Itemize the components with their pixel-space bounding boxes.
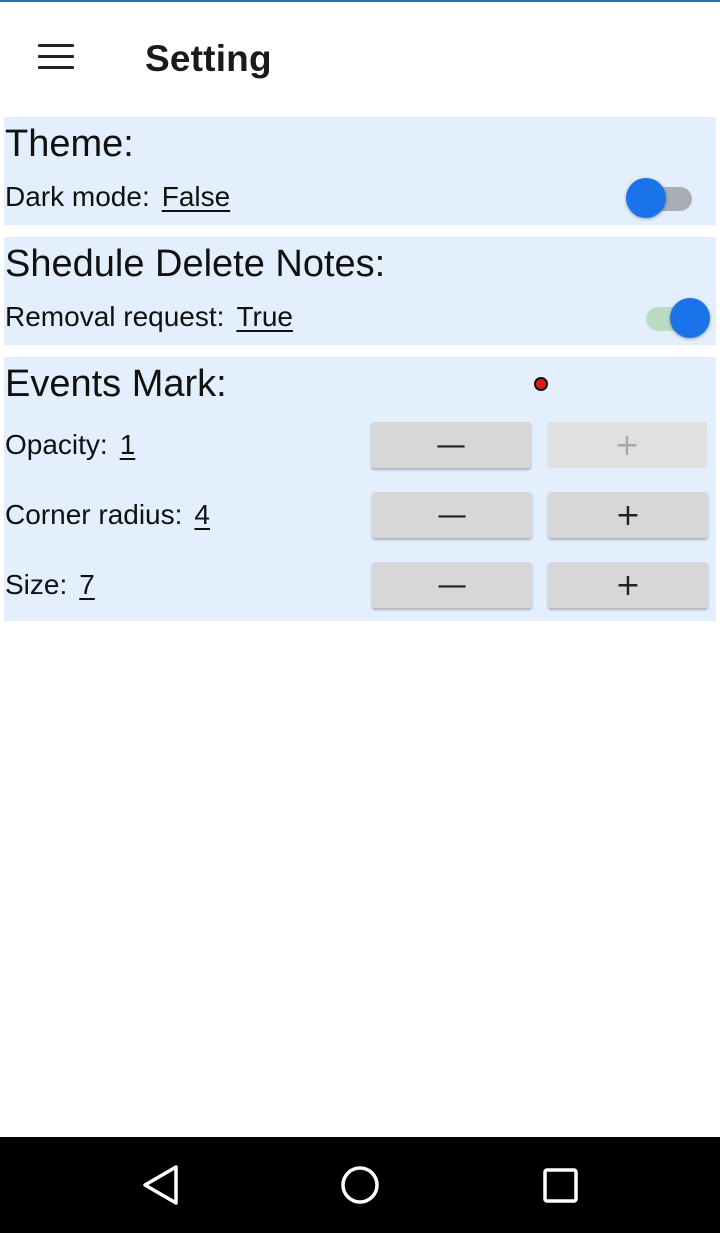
removal-request-switch[interactable]: [640, 296, 710, 340]
switch-thumb: [670, 298, 710, 338]
menu-line: [38, 55, 74, 58]
event-mark-preview: [534, 377, 548, 391]
page-title: Setting: [145, 38, 272, 79]
dark-mode-switch[interactable]: [626, 176, 696, 220]
opacity-row: Opacity: 1: [5, 429, 135, 461]
opacity-value: 1: [119, 429, 136, 460]
home-circle-icon[interactable]: [336, 1161, 384, 1209]
opacity-decrease-button[interactable]: —: [371, 422, 531, 468]
events-mark-heading: Events Mark:: [5, 363, 227, 405]
back-triangle-icon[interactable]: [136, 1161, 184, 1209]
corner-radius-label: Corner radius:: [5, 499, 183, 530]
opacity-increase-button[interactable]: +: [547, 422, 707, 468]
size-decrease-button[interactable]: —: [372, 562, 532, 608]
theme-heading: Theme:: [5, 123, 134, 165]
events-mark-section: Events Mark: Opacity: 1 — + Corner radius…: [4, 357, 716, 621]
removal-request-value: True: [236, 301, 293, 332]
recent-apps-square-icon[interactable]: [536, 1161, 584, 1209]
dark-mode-row: Dark mode: False: [5, 181, 230, 213]
size-increase-button[interactable]: +: [548, 562, 708, 608]
corner-radius-decrease-button[interactable]: —: [372, 492, 532, 538]
schedule-delete-heading: Shedule Delete Notes:: [5, 243, 386, 285]
size-row: Size: 7: [5, 569, 95, 601]
menu-line: [38, 44, 74, 47]
opacity-label: Opacity:: [5, 429, 108, 460]
schedule-delete-section: Shedule Delete Notes: Removal request: Tr…: [4, 237, 716, 345]
corner-radius-increase-button[interactable]: +: [548, 492, 708, 538]
switch-thumb: [626, 178, 666, 218]
size-value: 7: [79, 569, 95, 600]
corner-radius-row: Corner radius: 4: [5, 499, 210, 531]
size-label: Size:: [5, 569, 68, 600]
theme-section: Theme: Dark mode: False: [4, 117, 716, 225]
hamburger-menu-icon[interactable]: [28, 30, 84, 86]
removal-request-row: Removal request: True: [5, 301, 293, 333]
menu-line: [38, 66, 74, 69]
system-nav-bar: [0, 1137, 720, 1233]
removal-request-label: Removal request:: [5, 301, 225, 332]
dark-mode-value: False: [161, 181, 231, 212]
dark-mode-label: Dark mode:: [5, 181, 150, 212]
corner-radius-value: 4: [194, 499, 210, 530]
app-bar: Setting: [0, 2, 720, 110]
